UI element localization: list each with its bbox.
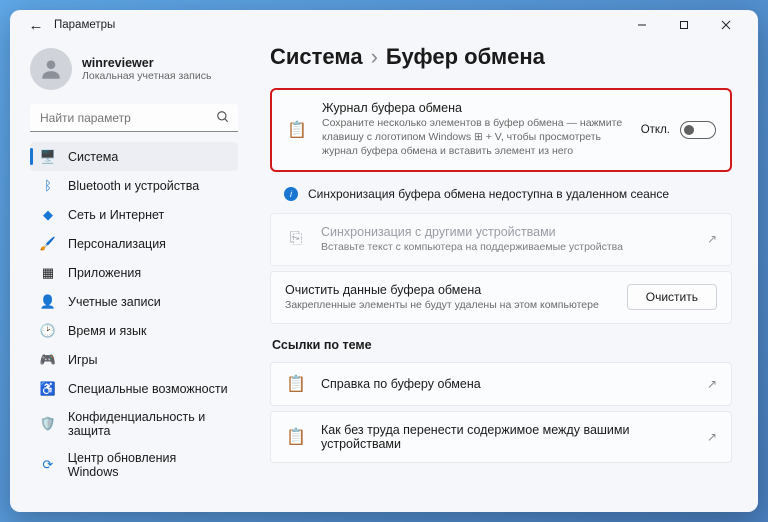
history-title: Журнал буфера обмена [322,101,627,115]
sidebar-item-network[interactable]: ◆Сеть и Интернет [30,200,238,229]
breadcrumb: Система › Буфер обмена [270,44,732,70]
search-input[interactable] [30,104,238,132]
clock-icon: 🕑 [40,323,56,339]
settings-window: ← Параметры winreviewer Локальная учетна… [10,10,758,512]
help-link-card[interactable]: 📋 Справка по буферу обмена ↗ [270,362,732,406]
system-icon: 🖥️ [40,149,56,165]
share-link-card[interactable]: 📋 Как без труда перенести содержимое меж… [270,411,732,463]
sidebar-item-update[interactable]: ⟳Центр обновления Windows [30,444,238,485]
avatar [30,48,72,90]
external-link-icon: ↗ [707,232,717,246]
content: winreviewer Локальная учетная запись 🖥️С… [10,40,758,512]
sidebar-item-personalization[interactable]: 🖌️Персонализация [30,229,238,258]
sync-unavailable-info: i Синхронизация буфера обмена недоступна… [270,177,732,213]
window-controls [622,13,746,37]
sidebar-item-privacy[interactable]: 🛡️Конфиденциальность и защита [30,403,238,444]
user-sub: Локальная учетная запись [82,70,211,82]
sidebar-item-accessibility[interactable]: ♿Специальные возможности [30,374,238,403]
sidebar-item-accounts[interactable]: 👤Учетные записи [30,287,238,316]
sync-title: Синхронизация с другими устройствами [321,225,693,239]
search-icon [216,110,230,127]
info-icon: i [284,187,298,201]
sidebar-item-bluetooth[interactable]: ᛒBluetooth и устройства [30,171,238,200]
crumb-system[interactable]: Система [270,44,363,70]
main: Система › Буфер обмена 📋 Журнал буфера о… [250,40,758,512]
minimize-button[interactable] [622,13,662,37]
bluetooth-icon: ᛒ [40,178,56,194]
sidebar: winreviewer Локальная учетная запись 🖥️С… [10,40,250,512]
history-toggle-wrap: Откл. [641,121,716,139]
history-toggle[interactable] [680,121,716,139]
nav: 🖥️Система ᛒBluetooth и устройства ◆Сеть … [30,142,242,504]
crumb-clipboard: Буфер обмена [386,44,545,70]
toggle-state: Откл. [641,124,670,136]
shield-icon: 🛡️ [40,416,56,432]
back-button[interactable]: ← [22,11,50,39]
sidebar-item-time[interactable]: 🕑Время и язык [30,316,238,345]
clipboard-history-card: 📋 Журнал буфера обмена Сохраните несколь… [270,88,732,172]
brush-icon: 🖌️ [40,236,56,252]
accessibility-icon: ♿ [40,381,56,397]
sync-card[interactable]: ⎘ Синхронизация с другими устройствами В… [270,213,732,266]
sidebar-item-gaming[interactable]: 🎮Игры [30,345,238,374]
close-button[interactable] [706,13,746,37]
network-icon: ◆ [40,207,56,223]
person-icon: 👤 [40,294,56,310]
sync-sub: Вставьте текст с компьютера на поддержив… [321,240,693,254]
account-row[interactable]: winreviewer Локальная учетная запись [30,44,242,100]
clipboard-icon: 📋 [285,374,307,394]
clear-sub: Закрепленные элементы не будут удалены н… [285,298,613,312]
clipboard-icon: 📋 [285,427,307,447]
maximize-button[interactable] [664,13,704,37]
links-heading: Ссылки по теме [272,338,730,352]
clear-title: Очистить данные буфера обмена [285,283,613,297]
external-link-icon: ↗ [707,430,717,444]
window-title: Параметры [54,19,115,31]
gamepad-icon: 🎮 [40,352,56,368]
titlebar: ← Параметры [10,10,758,40]
external-link-icon: ↗ [707,377,717,391]
apps-icon: ▦ [40,265,56,281]
update-icon: ⟳ [40,457,56,473]
sync-icon: ⎘ [285,230,307,248]
search-wrap [30,104,238,132]
sidebar-item-system[interactable]: 🖥️Система [30,142,238,171]
sidebar-item-apps[interactable]: ▦Приложения [30,258,238,287]
clipboard-icon: 📋 [286,120,308,140]
history-sub: Сохраните несколько элементов в буфер об… [322,116,627,159]
user-name: winreviewer [82,56,211,70]
clear-button[interactable]: Очистить [627,284,717,310]
clear-card: Очистить данные буфера обмена Закрепленн… [270,271,732,324]
chevron-right-icon: › [371,44,378,70]
